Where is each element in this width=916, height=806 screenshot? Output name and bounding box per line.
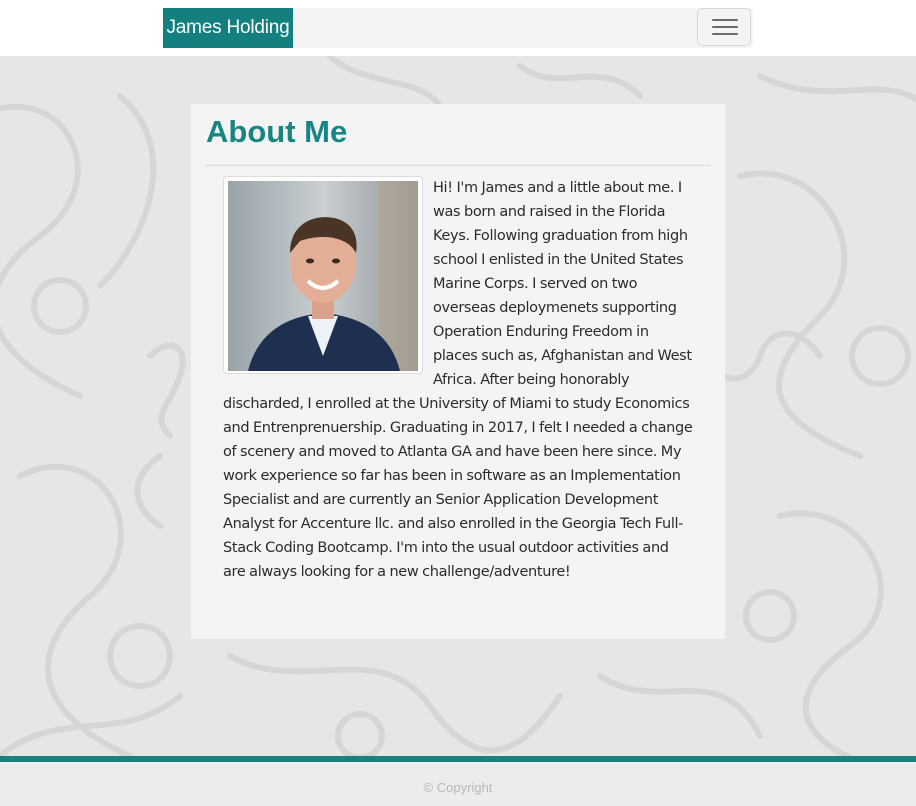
page-title: About Me [206,114,348,149]
copyright-text: © Copyright [423,780,493,795]
brand-link[interactable]: James Holding [163,8,293,48]
about-card: About Me Hi! I'm James and a little abou… [191,104,725,639]
footer: © Copyright [0,756,916,806]
title-divider [205,165,711,166]
profile-photo [223,176,423,374]
navbar: James Holding [0,0,916,56]
navbar-toggler-button[interactable] [697,8,751,46]
about-body: Hi! I'm James and a little about me. I w… [223,176,693,584]
